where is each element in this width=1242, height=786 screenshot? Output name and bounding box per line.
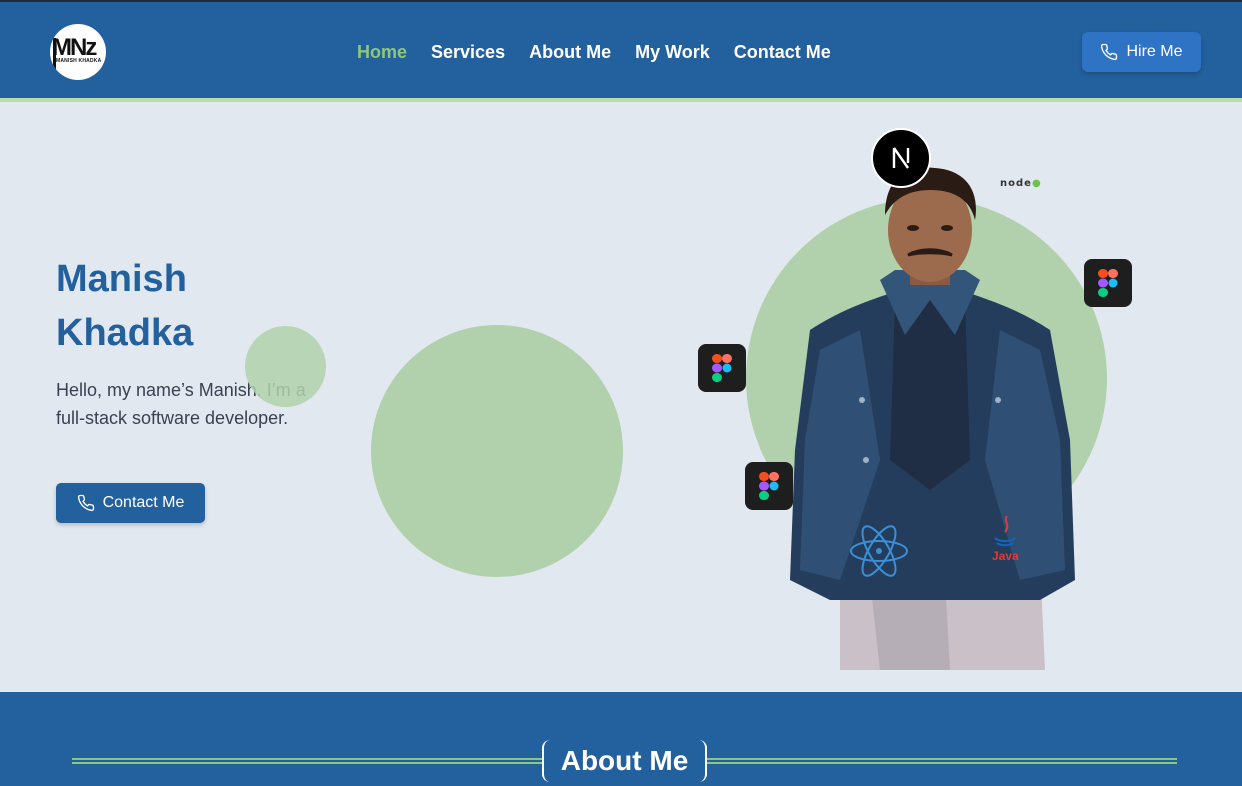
nav-link-contact[interactable]: Contact Me [734,40,831,64]
figma-glyph [1098,269,1118,297]
figma-icon [1084,259,1132,307]
decor-circle-mid [371,325,623,577]
nextjs-icon [871,128,931,188]
figma-icon [745,462,793,510]
phone-icon [1101,43,1118,61]
nodejs-label: node [1000,178,1032,189]
figma-glyph [712,354,732,382]
nav-links: Home Services About Me My Work Contact M… [357,40,855,64]
logo-mark: MNz [52,34,97,61]
about-divider-right [707,758,1177,764]
about-title: About Me [560,745,689,776]
react-icon [850,525,908,577]
hire-me-button[interactable]: Hire Me [1082,32,1201,72]
contact-me-label: Contact Me [102,494,185,511]
nav-link-home[interactable]: Home [357,40,407,64]
nav-link-services[interactable]: Services [431,40,505,64]
nextjs-glyph [892,147,910,169]
logo-subtitle: MANISH KHADKA [56,58,102,64]
contact-me-button[interactable]: Contact Me [56,483,205,523]
nav-link-work[interactable]: My Work [635,40,710,64]
navbar: MNz MANISH KHADKA Home Services About Me… [0,0,1242,98]
nodejs-icon: node● [1000,178,1042,189]
decor-circle-small [245,326,326,407]
phone-icon [77,494,94,512]
about-title-frame: About Me [542,740,707,782]
hire-me-label: Hire Me [1126,43,1183,60]
figma-glyph [759,472,779,500]
figma-icon [698,344,746,392]
java-label: Java [992,549,1019,563]
nav-link-about[interactable]: About Me [529,40,611,64]
about-divider-left [72,758,542,764]
logo[interactable]: MNz MANISH KHADKA [50,24,106,80]
profile-photo [790,167,1075,670]
